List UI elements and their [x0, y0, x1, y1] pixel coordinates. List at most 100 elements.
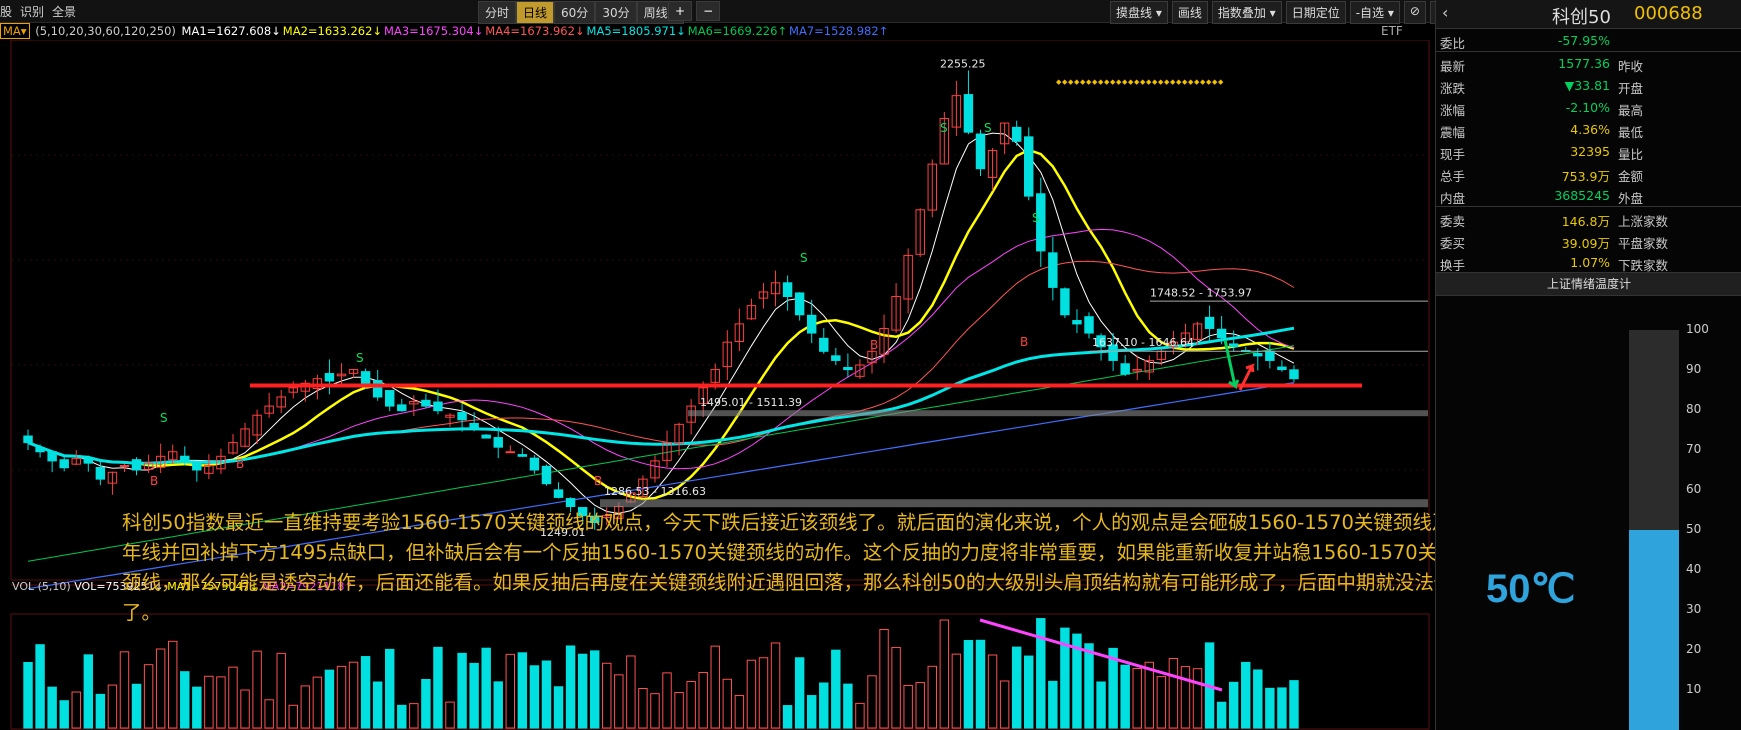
volume-bar: [204, 675, 214, 729]
quote-value: 4.36%: [1570, 122, 1610, 137]
volume-bar: [300, 685, 311, 729]
buy-signal: B: [594, 474, 602, 488]
toolbar-item-2[interactable]: 全景: [52, 3, 76, 20]
quote-row: 总手 753.9万 金额: [1436, 162, 1741, 184]
candle-body: [469, 422, 479, 430]
volume-bar: [324, 669, 335, 729]
thermometer-tick: 100: [1686, 322, 1709, 336]
vol-name[interactable]: VOL: [12, 580, 34, 593]
volume-bar: [1241, 661, 1251, 729]
volume-bar: [119, 651, 130, 729]
volume-bar: [662, 672, 672, 729]
ma-legend-item-6: MA6=1669.226↑: [687, 24, 788, 38]
quote-row: 委比 -57.95%: [1436, 29, 1741, 51]
period-tab-0[interactable]: 分时: [478, 1, 517, 24]
thermometer-tick: 10: [1686, 682, 1702, 696]
volume-bar: [131, 683, 142, 729]
volume-bar: [1180, 666, 1191, 729]
toolbar-left: 股识别 全景: [0, 3, 76, 20]
ma-selector[interactable]: MA▾: [0, 23, 30, 39]
candle-body: [1060, 288, 1070, 316]
volume-bar: [843, 683, 853, 729]
quote-value: 146.8万: [1561, 214, 1610, 229]
volume-bar: [1216, 701, 1227, 729]
volume-bar: [698, 671, 708, 729]
volume-bar: [1036, 618, 1046, 729]
volume-bar: [155, 648, 166, 729]
toolbar-right-item-4[interactable]: -自选 ▾: [1349, 1, 1400, 24]
quote-label-2: 昨收: [1618, 59, 1644, 74]
quote-row: 最新 1577.36 昨收: [1436, 52, 1741, 74]
period-tab-1[interactable]: 日线: [516, 1, 555, 24]
period-tab-3[interactable]: 30分: [595, 1, 637, 24]
volume-bar: [541, 660, 552, 729]
volume-bar: [348, 661, 359, 729]
volume-bar: [71, 691, 81, 729]
candle-body: [517, 454, 528, 457]
volume-bar: [216, 676, 226, 729]
volume-bar: [1132, 668, 1142, 729]
buy-signal: B: [150, 474, 158, 488]
quote-value: -57.95%: [1557, 33, 1610, 48]
etf-label[interactable]: ETF: [1381, 24, 1403, 38]
toolbar-right-item-1[interactable]: 画线: [1171, 1, 1208, 24]
ma-line-4: [27, 260, 1295, 464]
quote-label: 涨跌: [1440, 81, 1466, 96]
volume-bar: [385, 648, 395, 729]
thermometer-tick: 60: [1686, 482, 1702, 496]
toolbar-right-item-2[interactable]: 指数叠加 ▾: [1211, 1, 1282, 24]
volume-bar: [927, 665, 937, 729]
quote-label-2: 最高: [1618, 103, 1644, 118]
price-frame: [10, 40, 1430, 581]
ma-legend-item-5: MA5=1805.971↓: [586, 24, 686, 38]
volume-bar: [252, 650, 262, 729]
volume-bar: [891, 647, 901, 729]
volume-bar: [903, 684, 913, 729]
candle-body: [23, 435, 33, 444]
candle-body: [1265, 350, 1275, 361]
volume-bar: [107, 684, 118, 729]
volume-bar: [770, 642, 781, 729]
volume-bar: [167, 640, 178, 729]
volume-bar: [312, 676, 323, 729]
volume-bar: [867, 675, 877, 729]
buy-signal: B: [870, 338, 878, 352]
toolbar-right-item-3[interactable]: 日期定位: [1285, 1, 1346, 24]
candle-body: [1277, 366, 1287, 371]
sell-signal: S: [356, 351, 364, 365]
period-tab-2[interactable]: 60分: [554, 1, 596, 24]
sell-signal: S: [800, 251, 808, 265]
volume-bar: [746, 659, 757, 729]
candle-body: [843, 367, 853, 371]
gap-band-1495: [688, 410, 1428, 417]
volume-bar: [360, 656, 371, 729]
back-icon[interactable]: ‹: [1442, 3, 1448, 22]
volume-bar: [951, 653, 962, 729]
volume-bar: [626, 655, 636, 729]
quote-value: 32395: [1570, 144, 1610, 159]
volume-bar: [722, 678, 733, 729]
candle-body: [782, 282, 793, 298]
volume-bar: [614, 674, 624, 729]
quote-label: 涨幅: [1440, 103, 1466, 118]
candle-body: [372, 380, 383, 398]
candle-body: [1120, 363, 1130, 375]
sell-signal: S: [984, 121, 992, 135]
toolbar-item-1[interactable]: 识别: [20, 3, 44, 20]
toolbar-item-0[interactable]: 股: [0, 3, 12, 20]
ma-legend-item-3: MA3=1675.304↓: [384, 24, 484, 38]
volume-bar: [1156, 676, 1167, 729]
instrument-code: 000688: [1634, 3, 1703, 24]
volume-bar: [372, 681, 383, 729]
volume-bar: [686, 681, 696, 729]
quote-label: 现手: [1440, 147, 1466, 162]
volume-bar: [493, 681, 503, 729]
toolbar-right-item-0[interactable]: 摸盘线 ▾: [1110, 1, 1168, 24]
instrument-name: 科创50: [1552, 7, 1611, 28]
toolbar-right-item-5[interactable]: ⊘: [1403, 1, 1426, 24]
vol-params: (5,10): [37, 580, 71, 593]
zoom-out-button[interactable]: −: [696, 1, 721, 21]
volume-bar: [879, 629, 889, 729]
volume-bar: [433, 646, 443, 729]
zoom-in-button[interactable]: +: [668, 1, 693, 21]
